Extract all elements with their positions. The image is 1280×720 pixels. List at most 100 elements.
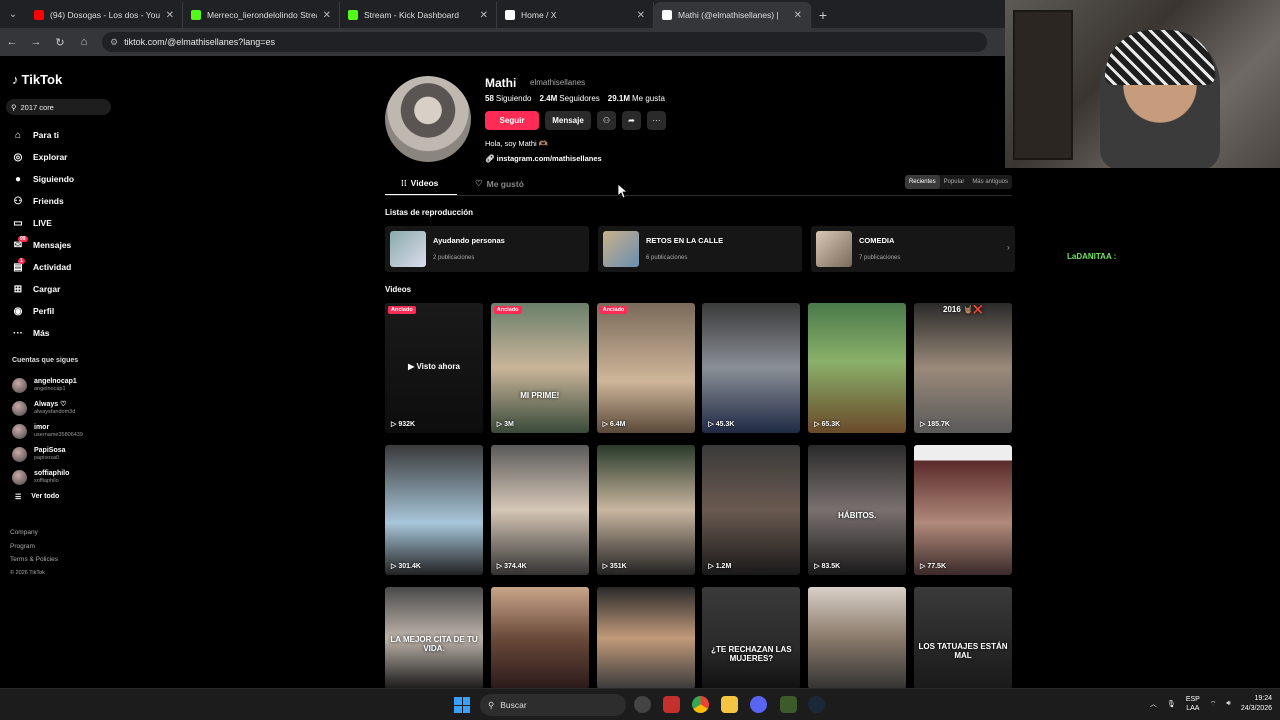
video-card[interactable]: ¿TE RECHAZAN LAS MUJERES?: [702, 587, 801, 689]
chevron-up-icon[interactable]: ︿: [1150, 699, 1157, 709]
see-all-link[interactable]: ☰ Ver todo: [15, 493, 59, 501]
tab-liked[interactable]: ♡ Me gustó: [475, 178, 524, 189]
tab-search-icon[interactable]: ⌄: [0, 0, 26, 28]
browser-tab[interactable]: (94) Dosogas - Los dos - YouTu ✕: [26, 2, 183, 28]
folder-icon[interactable]: [721, 696, 738, 713]
taskbar-search[interactable]: ⚲ Buscar: [480, 694, 626, 716]
home-icon[interactable]: ⌂: [72, 36, 96, 48]
tiktok-logo[interactable]: ♪ TikTok: [12, 72, 62, 87]
sidebar-item-live[interactable]: ▭ LIVE: [12, 212, 74, 234]
heart-outline-icon: ♡: [475, 178, 483, 188]
playlist-card[interactable]: COMEDIA 7 publicaciones: [811, 226, 1015, 272]
video-card[interactable]: [490, 587, 589, 689]
sidebar-item-ms[interactable]: ··· Más: [12, 322, 74, 344]
widgets-icon[interactable]: [634, 696, 651, 713]
chrome-icon[interactable]: [692, 696, 709, 713]
close-tab-icon[interactable]: ✕: [166, 10, 174, 21]
video-card[interactable]: ▷ 374.4K: [490, 445, 589, 575]
tab-title: Home / X: [521, 10, 557, 20]
sidebar-item-siguiendo[interactable]: ● Siguiendo: [12, 168, 74, 190]
chevron-right-icon[interactable]: ›: [1007, 243, 1010, 252]
close-tab-icon[interactable]: ✕: [637, 10, 645, 21]
back-icon[interactable]: ←: [0, 36, 24, 48]
tab-favicon-icon: [191, 10, 201, 20]
following-name: Always ♡: [34, 401, 67, 408]
video-card[interactable]: ▷ 45.3K: [702, 303, 801, 433]
browser-tab[interactable]: Home / X ✕: [497, 2, 654, 28]
video-card[interactable]: Anclado ▶ Visto ahora ▷ 932K: [385, 303, 483, 433]
sidebar-item-explorar[interactable]: ◎ Explorar: [12, 146, 74, 168]
sidebar-item-label: Mensajes: [33, 240, 72, 250]
following-stat[interactable]: 58 Siguiendo: [485, 94, 532, 103]
videos-title: Videos: [385, 285, 412, 294]
new-tab-button[interactable]: +: [811, 2, 835, 28]
video-card[interactable]: ▷ 65.3K: [808, 303, 907, 433]
add-friend-icon[interactable]: ⚇: [597, 111, 616, 130]
playlist-card[interactable]: RETOS EN LA CALLE 6 publicaciones: [598, 226, 802, 272]
language-indicator[interactable]: ESP LAA: [1186, 695, 1200, 713]
sidebar-item-actividad[interactable]: ▤ 1 Actividad: [12, 256, 74, 278]
close-tab-icon[interactable]: ✕: [480, 10, 488, 21]
footer-terms[interactable]: Terms & Policies: [10, 553, 58, 567]
sort-popular[interactable]: Popular: [940, 175, 969, 189]
playlist-card[interactable]: Ayudando personas 2 publicaciones: [385, 226, 589, 272]
video-card[interactable]: [596, 587, 695, 689]
video-card[interactable]: 2016 🤘🏽❌ ▷ 185.7K: [914, 303, 1012, 433]
discord-icon[interactable]: [750, 696, 767, 713]
video-card[interactable]: Anclado MI PRIME! ▷ 3M: [490, 303, 589, 433]
browser-tab[interactable]: Stream - Kick Dashboard ✕: [340, 2, 497, 28]
profile-link[interactable]: 🔗︎ instagram.com/mathisellanes: [485, 154, 602, 163]
following-item[interactable]: soffiaphilo soffiaphilo: [12, 466, 83, 489]
following-item[interactable]: PapiSosa papisosa0: [12, 443, 83, 466]
steam-icon[interactable]: [808, 696, 825, 713]
footer-program[interactable]: Program: [10, 540, 58, 554]
profile-avatar[interactable]: [385, 76, 471, 162]
close-tab-icon[interactable]: ✕: [323, 10, 331, 21]
sidebar-item-cargar[interactable]: ⊞ Cargar: [12, 278, 74, 300]
reload-icon[interactable]: ↻: [48, 36, 72, 49]
video-card[interactable]: ▷ 301.4K: [385, 445, 483, 575]
forward-icon[interactable]: →: [24, 36, 48, 48]
follow-button[interactable]: Seguir: [485, 111, 539, 130]
sort-recent[interactable]: Recientes: [904, 175, 940, 189]
app-icon-2[interactable]: [780, 696, 797, 713]
search-input[interactable]: ⚲ 2017 core: [6, 99, 111, 115]
sidebar-item-friends[interactable]: ⚇ Friends: [12, 190, 74, 212]
share-icon[interactable]: ➦: [622, 111, 641, 130]
app-icon[interactable]: [663, 696, 680, 713]
following-item[interactable]: imor username35806439: [12, 420, 83, 443]
likes-stat: 29.1M Me gusta: [607, 94, 665, 103]
video-card[interactable]: ▷ 351K: [596, 445, 695, 575]
site-info-icon[interactable]: ⚙: [110, 37, 118, 48]
tab-title: Merreco_lierondelolindo Stream: [207, 10, 317, 20]
video-card[interactable]: ▷ 77.5K: [914, 445, 1012, 575]
followers-stat[interactable]: 2.4M Seguidores: [540, 94, 600, 103]
video-card[interactable]: LA MEJOR CITA DE TU VIDA.: [385, 587, 483, 689]
windows-start-icon[interactable]: [454, 697, 470, 713]
close-tab-icon[interactable]: ✕: [794, 10, 802, 21]
video-card[interactable]: ▷ 1.2M: [702, 445, 801, 575]
video-card[interactable]: [808, 587, 907, 689]
sidebar-item-perfil[interactable]: ◉ Perfil: [12, 300, 74, 322]
message-button[interactable]: Mensaje: [545, 111, 591, 130]
video-card[interactable]: HÁBITOS. ▷ 83.5K: [808, 445, 907, 575]
copyright: © 2026 TikTok: [10, 569, 45, 576]
footer-company[interactable]: Company: [10, 526, 58, 540]
following-item[interactable]: Always ♡ alwaysfandom3d: [12, 397, 83, 420]
following-item[interactable]: angelnocap1 angelnocap1: [12, 374, 83, 397]
more-options-icon[interactable]: ···: [647, 111, 666, 130]
video-card[interactable]: LOS TATUAJES ESTÁN MAL: [914, 587, 1012, 689]
browser-tab[interactable]: Mathi (@elmathisellanes) | ✕: [654, 2, 811, 28]
url-field[interactable]: ⚙ tiktok.com/@elmathisellanes?lang=es: [102, 32, 987, 52]
video-card[interactable]: Anclado ▷ 6.4M: [596, 303, 695, 433]
mic-icon[interactable]: 🎙︎: [1167, 700, 1176, 708]
wifi-icon[interactable]: ⌔: [1210, 700, 1217, 709]
grid-icon: ⁞⁞: [401, 178, 407, 188]
clock[interactable]: 19:24 24/3/2026: [1241, 694, 1272, 714]
sidebar-item-parati[interactable]: ⌂ Para ti: [12, 124, 74, 146]
sidebar-item-mensajes[interactable]: ✉ 99 Mensajes: [12, 234, 74, 256]
sort-oldest[interactable]: Más antiguos: [968, 175, 1012, 189]
browser-tab[interactable]: Merreco_lierondelolindo Stream ✕: [183, 2, 340, 28]
volume-icon[interactable]: 🔊︎: [1226, 700, 1230, 708]
tab-videos[interactable]: ⁞⁞ Videos: [401, 178, 438, 188]
